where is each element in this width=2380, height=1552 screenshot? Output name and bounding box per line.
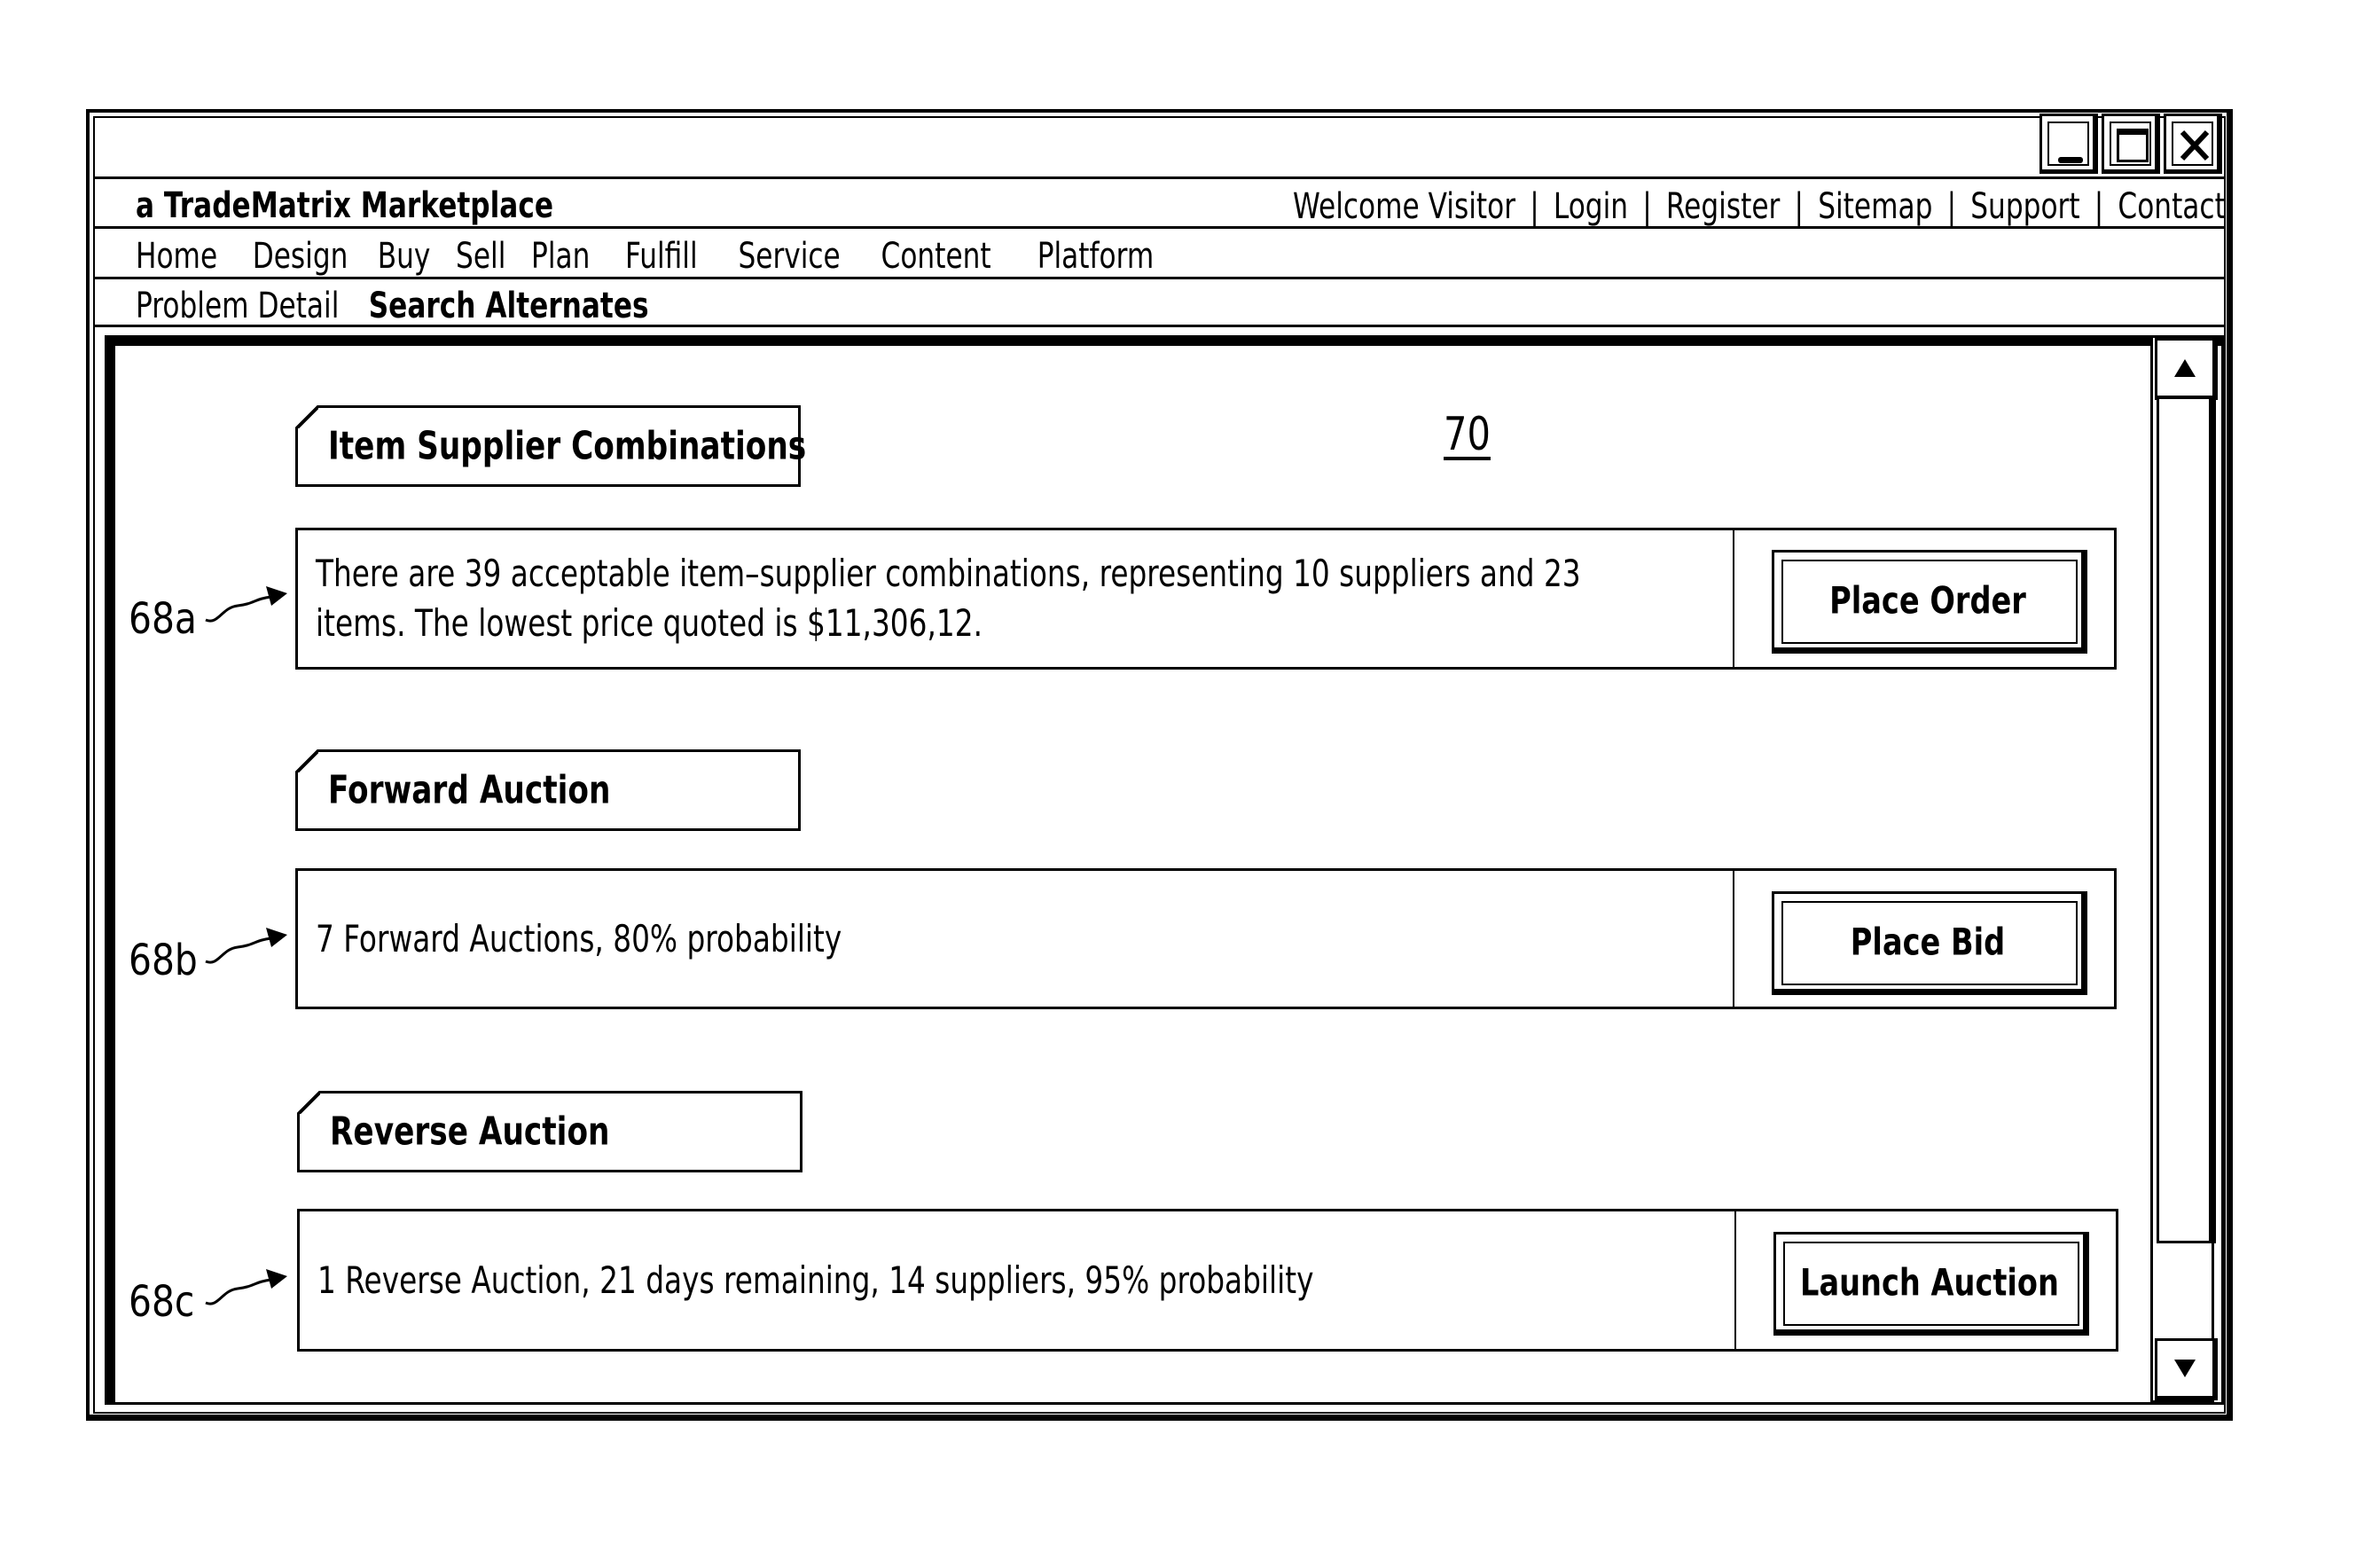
- section-tab-reverse-auction: Reverse Auction: [297, 1091, 802, 1172]
- title-bar[interactable]: [93, 116, 2035, 177]
- subnav-search-alternates[interactable]: Search Alternates: [369, 286, 649, 326]
- minimize-button[interactable]: [2039, 114, 2098, 174]
- callout-arrow-icon: [205, 586, 287, 623]
- card-divider: [1733, 530, 1734, 667]
- section-card: There are 39 acceptable item–supplier co…: [295, 528, 2117, 670]
- launch-auction-button[interactable]: Launch Auction: [1773, 1232, 2089, 1336]
- scroll-thumb[interactable]: [2157, 396, 2216, 1243]
- maximize-button[interactable]: [2102, 114, 2160, 174]
- login-link[interactable]: Login: [1554, 186, 1628, 227]
- nav-plan[interactable]: Plan: [531, 236, 590, 277]
- brand-title: a TradeMatrix Marketplace: [136, 185, 554, 226]
- link-separator: |: [1530, 186, 1539, 227]
- nav-platform[interactable]: Platform: [1037, 236, 1155, 277]
- link-separator: |: [1794, 186, 1805, 227]
- header-links: Welcome Visitor | Login | Register | Sit…: [1293, 186, 2226, 227]
- link-separator: |: [1642, 186, 1652, 227]
- register-link[interactable]: Register: [1666, 186, 1780, 227]
- section-summary: 7 Forward Auctions, 80% probability: [316, 914, 1715, 964]
- section-tab-item-supplier-combinations: Item Supplier Combinations: [295, 405, 806, 487]
- scroll-down-button[interactable]: [2155, 1338, 2218, 1400]
- section-summary: There are 39 acceptable item–supplier co…: [316, 549, 1715, 648]
- callout-label: 68c: [129, 1277, 195, 1327]
- close-icon: [2180, 129, 2210, 161]
- contact-link[interactable]: Contact: [2118, 186, 2225, 227]
- nav-sell[interactable]: Sell: [456, 236, 505, 277]
- link-separator: |: [1946, 186, 1957, 227]
- nav-service[interactable]: Service: [738, 236, 840, 277]
- callout-label: 68a: [129, 594, 197, 644]
- scroll-up-button[interactable]: [2155, 338, 2218, 400]
- section-card: 7 Forward Auctions, 80% probability Plac…: [295, 868, 2117, 1009]
- section-tab-forward-auction: Forward Auction: [295, 749, 801, 831]
- main-nav: Home Design Buy Sell Plan Fulfill Servic…: [136, 236, 1155, 277]
- card-divider: [1734, 1211, 1736, 1349]
- place-order-button[interactable]: Place Order: [1772, 550, 2087, 654]
- place-bid-button[interactable]: Place Bid: [1772, 891, 2087, 995]
- nav-design[interactable]: Design: [253, 236, 348, 277]
- figure-reference-label: 70: [1444, 408, 1491, 461]
- welcome-text: Welcome Visitor: [1293, 186, 1516, 227]
- button-label: Place Bid: [1850, 920, 2006, 963]
- section-title: Item Supplier Combinations: [328, 423, 807, 469]
- section-summary-line: 1 Reverse Auction, 21 days remaining, 14…: [317, 1258, 1314, 1302]
- section-title: Reverse Auction: [330, 1109, 610, 1155]
- sub-nav: Problem Detail Search Alternates: [136, 286, 649, 326]
- minimize-icon: [2058, 157, 2083, 163]
- section-title: Forward Auction: [328, 767, 611, 813]
- title-bar-divider: [93, 176, 2226, 179]
- section-card: 1 Reverse Auction, 21 days remaining, 14…: [297, 1209, 2118, 1352]
- card-divider: [1733, 871, 1734, 1007]
- subnav-problem-detail[interactable]: Problem Detail: [136, 286, 339, 326]
- subnav-divider: [93, 325, 2226, 327]
- sitemap-link[interactable]: Sitemap: [1818, 186, 1932, 227]
- nav-buy[interactable]: Buy: [378, 236, 431, 277]
- nav-home[interactable]: Home: [136, 236, 217, 277]
- nav-content[interactable]: Content: [881, 236, 991, 277]
- section-summary: 1 Reverse Auction, 21 days remaining, 14…: [317, 1256, 1717, 1305]
- link-separator: |: [2094, 186, 2104, 227]
- button-label: Place Order: [1829, 578, 2026, 622]
- maximize-icon: [2117, 129, 2149, 162]
- section-summary-line: 7 Forward Auctions, 80% probability: [316, 916, 842, 960]
- section-summary-line: items. The lowest price quoted is $11,30…: [316, 601, 983, 645]
- nav-fulfill[interactable]: Fulfill: [625, 236, 698, 277]
- arrow-down-icon: [2174, 1360, 2196, 1377]
- vertical-scrollbar[interactable]: [2150, 335, 2218, 1403]
- button-label: Launch Auction: [1800, 1260, 2059, 1304]
- close-button[interactable]: [2164, 114, 2222, 174]
- callout-arrow-icon: [205, 1269, 287, 1305]
- section-summary-line: There are 39 acceptable item–supplier co…: [316, 552, 1581, 595]
- header-divider: [93, 226, 2226, 229]
- callout-label: 68b: [129, 936, 198, 985]
- nav-divider: [93, 277, 2226, 279]
- support-link[interactable]: Support: [1970, 186, 2079, 227]
- callout-arrow-icon: [205, 928, 287, 964]
- arrow-up-icon: [2174, 359, 2196, 377]
